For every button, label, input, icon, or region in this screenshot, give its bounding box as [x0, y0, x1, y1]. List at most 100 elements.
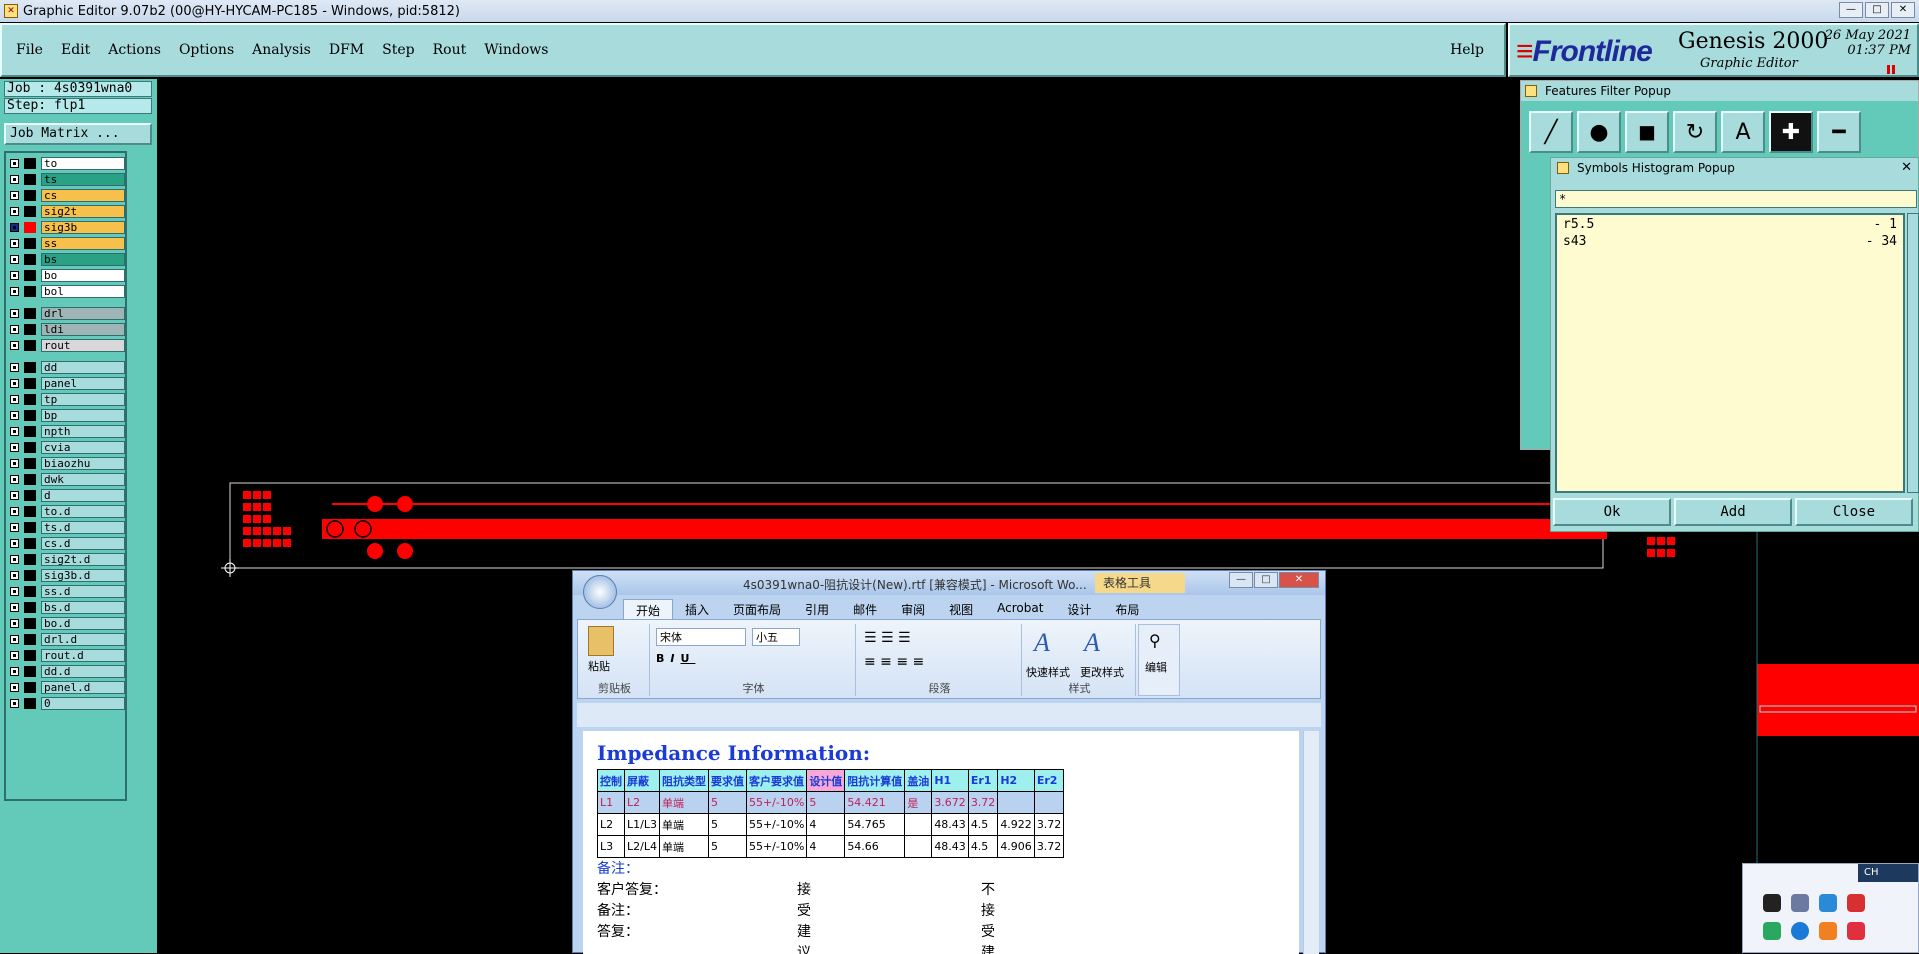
layer-checkbox[interactable] — [10, 459, 19, 468]
layer-name[interactable]: ss.d — [41, 585, 125, 598]
table-cell[interactable]: 单端 — [658, 835, 709, 858]
table-cell[interactable] — [1033, 791, 1065, 814]
layer-checkbox[interactable] — [10, 651, 19, 660]
language-indicator[interactable]: CH — [1858, 864, 1918, 882]
layer-name[interactable]: bs.d — [41, 601, 125, 614]
table-cell[interactable]: 54.66 — [844, 835, 906, 858]
close-button[interactable]: ✕ — [1279, 572, 1319, 588]
align-icon[interactable]: ≡ ≡ ≡ ≡ — [864, 654, 924, 670]
layer-display-indicator[interactable] — [24, 238, 36, 249]
layer-row[interactable]: bp — [8, 409, 125, 422]
table-cell[interactable]: L1 — [597, 791, 625, 814]
layer-row[interactable]: npth — [8, 425, 125, 438]
menu-analysis[interactable]: Analysis — [252, 42, 311, 58]
layer-display-indicator[interactable] — [24, 634, 36, 645]
table-cell[interactable]: L3 — [597, 835, 625, 858]
layer-row[interactable]: biaozhu — [8, 457, 125, 470]
layer-display-indicator[interactable] — [24, 650, 36, 661]
layer-checkbox[interactable] — [10, 539, 19, 548]
layer-name[interactable]: sig3b — [41, 221, 125, 234]
layer-name[interactable]: to — [41, 157, 125, 170]
layer-checkbox[interactable] — [10, 603, 19, 612]
table-cell[interactable]: 48.43 — [931, 813, 969, 836]
layer-display-indicator[interactable] — [24, 254, 36, 265]
layer-checkbox[interactable] — [10, 683, 19, 692]
layer-checkbox[interactable] — [10, 325, 19, 334]
layer-display-indicator[interactable] — [24, 522, 36, 533]
layer-checkbox[interactable] — [10, 207, 19, 216]
layer-checkbox[interactable] — [10, 507, 19, 516]
layer-name[interactable]: 0 — [41, 697, 125, 710]
layer-display-indicator[interactable] — [24, 190, 36, 201]
layer-display-indicator[interactable] — [24, 340, 36, 351]
symbol-filter-input[interactable]: * — [1555, 190, 1917, 208]
layer-checkbox[interactable] — [10, 395, 19, 404]
layer-row[interactable]: rout — [8, 339, 125, 352]
tab-home[interactable]: 开始 — [623, 599, 674, 621]
layer-row[interactable]: d — [8, 489, 125, 502]
layer-row[interactable]: sig3b — [8, 221, 125, 234]
binoculars-icon[interactable]: ⚲ — [1149, 631, 1161, 650]
layer-name[interactable]: sig2t.d — [41, 553, 125, 566]
tab-acrobat[interactable]: Acrobat — [985, 599, 1055, 621]
document-page[interactable]: Impedance Information: 控制 屏蔽 阻抗类型 要求值 客户要求值设… — [583, 731, 1299, 954]
layer-name[interactable]: to.d — [41, 505, 125, 518]
table-cell[interactable]: 4.5 — [967, 835, 999, 858]
layer-display-indicator[interactable] — [24, 324, 36, 335]
menu-options[interactable]: Options — [179, 42, 234, 58]
layer-row[interactable]: cvia — [8, 441, 125, 454]
layer-name[interactable]: cs — [41, 189, 125, 202]
table-cell[interactable]: 5 — [806, 791, 846, 814]
table-cell[interactable]: 55+/-10% — [745, 835, 808, 858]
layer-name[interactable]: panel — [41, 377, 125, 390]
table-cell[interactable]: 单端 — [658, 791, 709, 814]
layer-display-indicator[interactable] — [24, 538, 36, 549]
menu-file[interactable]: File — [16, 42, 43, 58]
layer-name[interactable]: ts — [41, 173, 125, 186]
layer-checkbox[interactable] — [10, 411, 19, 420]
surface-icon[interactable]: ◼ — [1625, 111, 1669, 153]
maximize-button[interactable]: □ — [1865, 2, 1889, 18]
change-styles-icon[interactable]: A — [1084, 628, 1100, 658]
layer-name[interactable]: bo — [41, 269, 125, 282]
layer-checkbox[interactable] — [10, 667, 19, 676]
layer-checkbox[interactable] — [10, 159, 19, 168]
table-cell[interactable]: 5 — [707, 835, 747, 858]
layer-display-indicator[interactable] — [24, 698, 36, 709]
layer-name[interactable]: npth — [41, 425, 125, 438]
table-cell[interactable] — [904, 813, 933, 836]
minimize-button[interactable]: — — [1229, 572, 1253, 588]
layer-row[interactable]: 0 — [8, 697, 125, 710]
add-button[interactable]: Add — [1674, 498, 1792, 526]
line-icon[interactable]: ╱ — [1529, 111, 1573, 153]
menu-step[interactable]: Step — [382, 42, 414, 58]
pad-icon[interactable]: ● — [1577, 111, 1621, 153]
job-matrix-button[interactable]: Job Matrix ... — [4, 123, 152, 145]
layer-row[interactable]: sig2t.d — [8, 553, 125, 566]
layer-row[interactable]: to — [8, 157, 125, 170]
paste-icon[interactable] — [588, 626, 614, 656]
menu-help[interactable]: Help — [1450, 42, 1484, 58]
layer-row[interactable]: rout.d — [8, 649, 125, 662]
layer-name[interactable]: sig3b.d — [41, 569, 125, 582]
list-icon[interactable]: ☰ ☰ ☰ — [864, 630, 911, 646]
layer-checkbox[interactable] — [10, 341, 19, 350]
close-button[interactable]: ✕ — [1891, 2, 1915, 18]
document-scrollbar[interactable] — [1303, 731, 1319, 954]
table-cell[interactable]: 3.72 — [1033, 813, 1065, 836]
layer-row[interactable]: dd.d — [8, 665, 125, 678]
layer-checkbox[interactable] — [10, 587, 19, 596]
layer-row[interactable]: bo.d — [8, 617, 125, 630]
close-button[interactable]: Close — [1795, 498, 1913, 526]
tab-layout[interactable]: 布局 — [1103, 599, 1151, 621]
table-cell[interactable]: 4.922 — [997, 813, 1035, 836]
format-buttons[interactable]: BIU — [656, 652, 695, 665]
layer-checkbox[interactable] — [10, 571, 19, 580]
minimize-button[interactable]: — — [1839, 2, 1863, 18]
layer-checkbox[interactable] — [10, 191, 19, 200]
tab-view[interactable]: 视图 — [937, 599, 985, 621]
layer-row[interactable]: sig3b.d — [8, 569, 125, 582]
layer-row[interactable]: ss.d — [8, 585, 125, 598]
quick-styles-icon[interactable]: A — [1034, 628, 1050, 658]
minus-icon[interactable]: ━ — [1817, 111, 1861, 153]
